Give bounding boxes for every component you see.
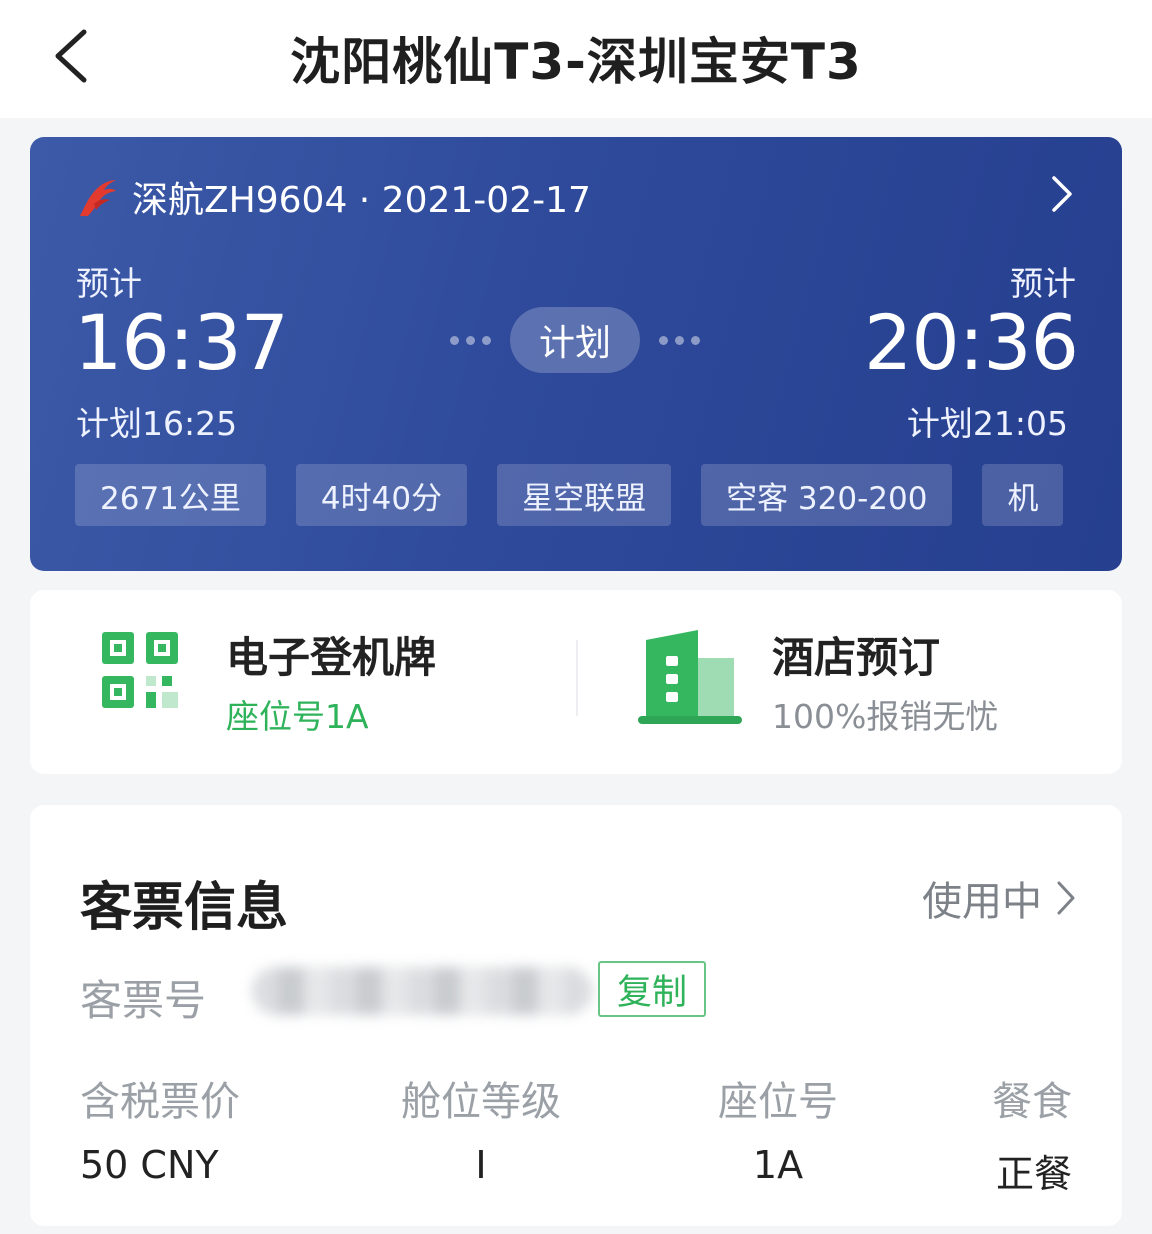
flight-tags[interactable]: 2671公里 4时40分 星空联盟 空客 320-200 机 (75, 464, 1077, 526)
chevron-right-icon (1057, 881, 1075, 915)
shenzhen-airlines-logo-icon (80, 180, 116, 216)
airline-row: 深航ZH9604 · 2021-02-17 (74, 169, 591, 225)
ticket-info-card: 客票信息 使用中 客票号 复制 含税票价 50 CNY 舱位等级 I 座位号 1… (30, 805, 1122, 1226)
tag-alliance: 星空联盟 (497, 464, 672, 526)
field-fare: 含税票价 50 CNY (80, 1069, 240, 1187)
field-label: 座位号 (718, 1079, 838, 1125)
field-cabin-class: 舱位等级 I (396, 1069, 566, 1187)
hotel-booking-entry[interactable]: 酒店预订 100%报销无忧 (576, 590, 1122, 774)
hotel-booking-title: 酒店预订 (772, 633, 941, 682)
boarding-pass-title: 电子登机牌 (226, 633, 437, 682)
boarding-pass-seat: 座位号1A (226, 697, 369, 736)
arrival-time: 20:36 (863, 298, 1079, 387)
page-title: 沈阳桃仙T3-深圳宝安T3 (290, 33, 862, 91)
flight-detail-button[interactable] (1042, 171, 1082, 217)
arrival-planned-time: 计划21:05 (906, 404, 1068, 443)
ticket-fields: 含税票价 50 CNY 舱位等级 I 座位号 1A 餐食 正餐 (30, 1069, 1122, 1196)
flight-status-badge: 计划 (510, 307, 640, 373)
boarding-pass-entry[interactable]: 电子登机牌 座位号1A (30, 590, 576, 774)
ticket-info-title: 客票信息 (80, 878, 289, 938)
services-card: 电子登机牌 座位号1A 酒店预订 100%报销无忧 (30, 590, 1122, 774)
field-label: 餐食 (992, 1079, 1072, 1125)
departure-time: 16:37 (74, 298, 289, 387)
field-label: 含税票价 (80, 1079, 240, 1125)
airline-flight-date: 深航ZH9604 · 2021-02-17 (132, 180, 591, 221)
top-nav-bar: 沈阳桃仙T3-深圳宝安T3 (0, 0, 1152, 118)
copy-button[interactable]: 复制 (598, 961, 706, 1017)
field-value: 50 CNY (80, 1143, 219, 1187)
dots-left-icon (450, 335, 491, 345)
flight-status-area: 计划 (450, 307, 700, 373)
building-icon (638, 630, 742, 724)
tag-more: 机 (982, 464, 1064, 526)
ticket-number-redacted (252, 967, 592, 1015)
field-label: 舱位等级 (401, 1079, 561, 1125)
field-value: 1A (752, 1143, 804, 1187)
departure-planned-time: 计划16:25 (76, 404, 238, 443)
chevron-right-icon (1052, 176, 1072, 212)
ticket-status-text: 使用中 (922, 879, 1042, 925)
field-meal: 餐食 正餐 (992, 1069, 1072, 1198)
tag-aircraft: 空客 320-200 (701, 464, 953, 526)
dots-right-icon (659, 335, 700, 345)
field-value: 正餐 (995, 1152, 1072, 1196)
qr-code-icon (102, 632, 178, 708)
hotel-booking-subtitle: 100%报销无忧 (772, 697, 999, 736)
ticket-status-link[interactable]: 使用中 (922, 869, 1076, 927)
field-seat: 座位号 1A (715, 1069, 841, 1187)
tag-distance: 2671公里 (75, 464, 266, 526)
field-value: I (475, 1143, 487, 1187)
flight-card[interactable]: 深航ZH9604 · 2021-02-17 预计 16:37 计划16:25 计… (30, 137, 1122, 571)
ticket-number-label: 客票号 (80, 976, 207, 1025)
tag-duration: 4时40分 (295, 464, 468, 526)
